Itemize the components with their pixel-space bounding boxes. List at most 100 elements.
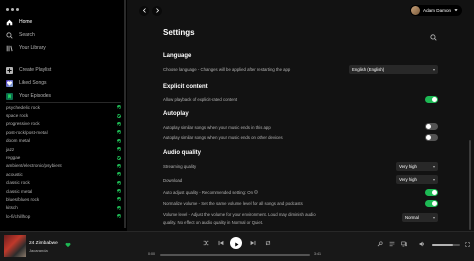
streaming-quality-select[interactable]: Very high ▾	[396, 162, 438, 171]
playlist-item-label: jazz	[6, 146, 15, 152]
chevron-down-icon: ▾	[432, 67, 435, 72]
like-button[interactable]	[64, 242, 72, 250]
previous-button[interactable]	[217, 240, 225, 248]
downloaded-icon	[117, 147, 121, 152]
skip-forward-icon	[250, 240, 256, 248]
playlist-item[interactable]: blues/blues rock	[0, 195, 127, 203]
nav-home[interactable]: Home	[6, 17, 32, 27]
playlist-item-label: blues/blues rock	[6, 196, 40, 202]
playlist-item[interactable]: post-rock/post-metal	[0, 128, 127, 136]
skip-back-icon	[218, 240, 224, 248]
microphone-icon	[377, 241, 383, 249]
forward-button[interactable]	[152, 6, 162, 16]
streaming-quality-label: Streaming quality	[163, 164, 197, 169]
downloaded-icon	[117, 121, 121, 126]
volume-level-select[interactable]: Normal ▾	[402, 213, 438, 222]
your-episodes-button[interactable]: Your Episodes	[6, 91, 51, 101]
nav-search-label: Search	[19, 32, 35, 38]
next-button[interactable]	[249, 240, 257, 248]
settings-search-button[interactable]	[430, 28, 438, 41]
playlist-item[interactable]: ambient/electronic/psybient	[0, 162, 127, 170]
main-scrollbar[interactable]	[469, 140, 471, 230]
auto-adjust-label: Auto adjust quality - Recommended settin…	[163, 190, 259, 195]
normalize-toggle[interactable]	[425, 200, 438, 207]
track-title[interactable]: 24 Zimbabwe	[29, 241, 58, 246]
your-episodes-label: Your Episodes	[19, 93, 52, 99]
library-icon	[6, 45, 13, 52]
album-cover[interactable]	[4, 235, 26, 257]
playlist-item-label: psychedelic rock	[6, 104, 40, 110]
volume-slider[interactable]	[432, 244, 460, 246]
nav-library-label: Your Library	[19, 45, 46, 51]
playlist-item[interactable]: acoustic	[0, 170, 127, 178]
playlist-item[interactable]: classic metal	[0, 187, 127, 195]
play-button[interactable]	[230, 237, 242, 249]
back-button[interactable]	[139, 6, 149, 16]
nav-home-label: Home	[19, 19, 33, 25]
playlist-item-label: acoustic	[6, 171, 23, 177]
elapsed-time: 0:00	[148, 252, 155, 256]
auto-adjust-text: Auto adjust quality - Recommended settin…	[163, 190, 254, 195]
nav-library[interactable]: Your Library	[6, 43, 46, 53]
track-artist[interactable]: Jacaranda	[29, 248, 48, 253]
playlist-item[interactable]: progressive rock	[0, 120, 127, 128]
lyrics-button[interactable]	[376, 241, 384, 249]
devices-button[interactable]	[400, 241, 408, 249]
playlist-item[interactable]: psychedelic rock	[0, 103, 127, 111]
playlist-item[interactable]: space rock	[0, 111, 127, 119]
download-quality-label: Download	[163, 178, 183, 183]
avatar	[411, 6, 420, 15]
playlist-item[interactable]: reggae	[0, 153, 127, 161]
downloaded-icon	[117, 197, 121, 202]
downloaded-icon	[117, 205, 121, 210]
explicit-label: Allow playback of explicit-rated content	[163, 97, 238, 102]
language-select[interactable]: English (English) ▾	[349, 65, 438, 74]
autoplay-app-toggle[interactable]	[425, 123, 438, 130]
speaker-icon	[419, 241, 425, 249]
playlist-item[interactable]: lo-fi/chillhop	[0, 212, 127, 220]
main-view: Adam Damon Settings Language Choose lang…	[127, 0, 474, 231]
playlist-item[interactable]: kitsch	[0, 204, 127, 212]
bookmark-icon	[6, 92, 13, 100]
volume-button[interactable]	[418, 241, 426, 249]
downloaded-icon	[117, 180, 121, 185]
search-icon	[430, 28, 437, 45]
search-icon	[6, 31, 13, 39]
queue-icon	[389, 241, 395, 249]
explicit-heading: Explicit content	[163, 84, 208, 90]
nav-search[interactable]: Search	[6, 30, 35, 40]
sidebar-scrollbar[interactable]	[124, 0, 126, 228]
repeat-button[interactable]	[264, 240, 272, 248]
page-title: Settings	[163, 28, 195, 37]
queue-button[interactable]	[388, 241, 396, 249]
fullscreen-button[interactable]	[463, 241, 471, 249]
downloaded-icon	[117, 214, 121, 219]
window-menu-dots[interactable]	[6, 8, 19, 11]
explicit-toggle[interactable]	[425, 96, 438, 103]
autoplay-app-label: Autoplay similar songs when your music e…	[163, 125, 271, 130]
create-playlist-button[interactable]: Create Playlist	[6, 65, 51, 75]
user-menu[interactable]: Adam Damon	[410, 5, 463, 16]
chevron-down-icon: ▾	[432, 215, 435, 220]
playlist-item[interactable]: classic rock	[0, 179, 127, 187]
playlist-item-label: lo-fi/chillhop	[6, 213, 31, 219]
shuffle-button[interactable]	[202, 240, 210, 248]
playlist-item[interactable]: jazz	[0, 145, 127, 153]
download-quality-select[interactable]: Very high ▾	[396, 175, 438, 184]
liked-songs-button[interactable]: Liked Songs	[6, 78, 47, 88]
downloaded-icon	[117, 130, 121, 135]
downloaded-icon	[117, 155, 121, 160]
playlist-item[interactable]: doom metal	[0, 137, 127, 145]
autoplay-devices-toggle[interactable]	[425, 134, 438, 141]
downloaded-icon	[117, 138, 121, 143]
downloaded-icon	[117, 105, 121, 110]
plus-icon	[6, 66, 13, 74]
playlist-item-label: classic rock	[6, 180, 30, 186]
volume-level-label-1: Volume level - Adjust the volume for you…	[163, 212, 316, 217]
progress-bar[interactable]	[160, 253, 310, 256]
playlist-item-label: post-rock/post-metal	[6, 129, 48, 135]
auto-adjust-toggle[interactable]	[425, 189, 438, 196]
downloaded-icon	[117, 172, 121, 177]
playlist-item-label: doom metal	[6, 138, 31, 144]
heart-icon	[65, 242, 71, 250]
